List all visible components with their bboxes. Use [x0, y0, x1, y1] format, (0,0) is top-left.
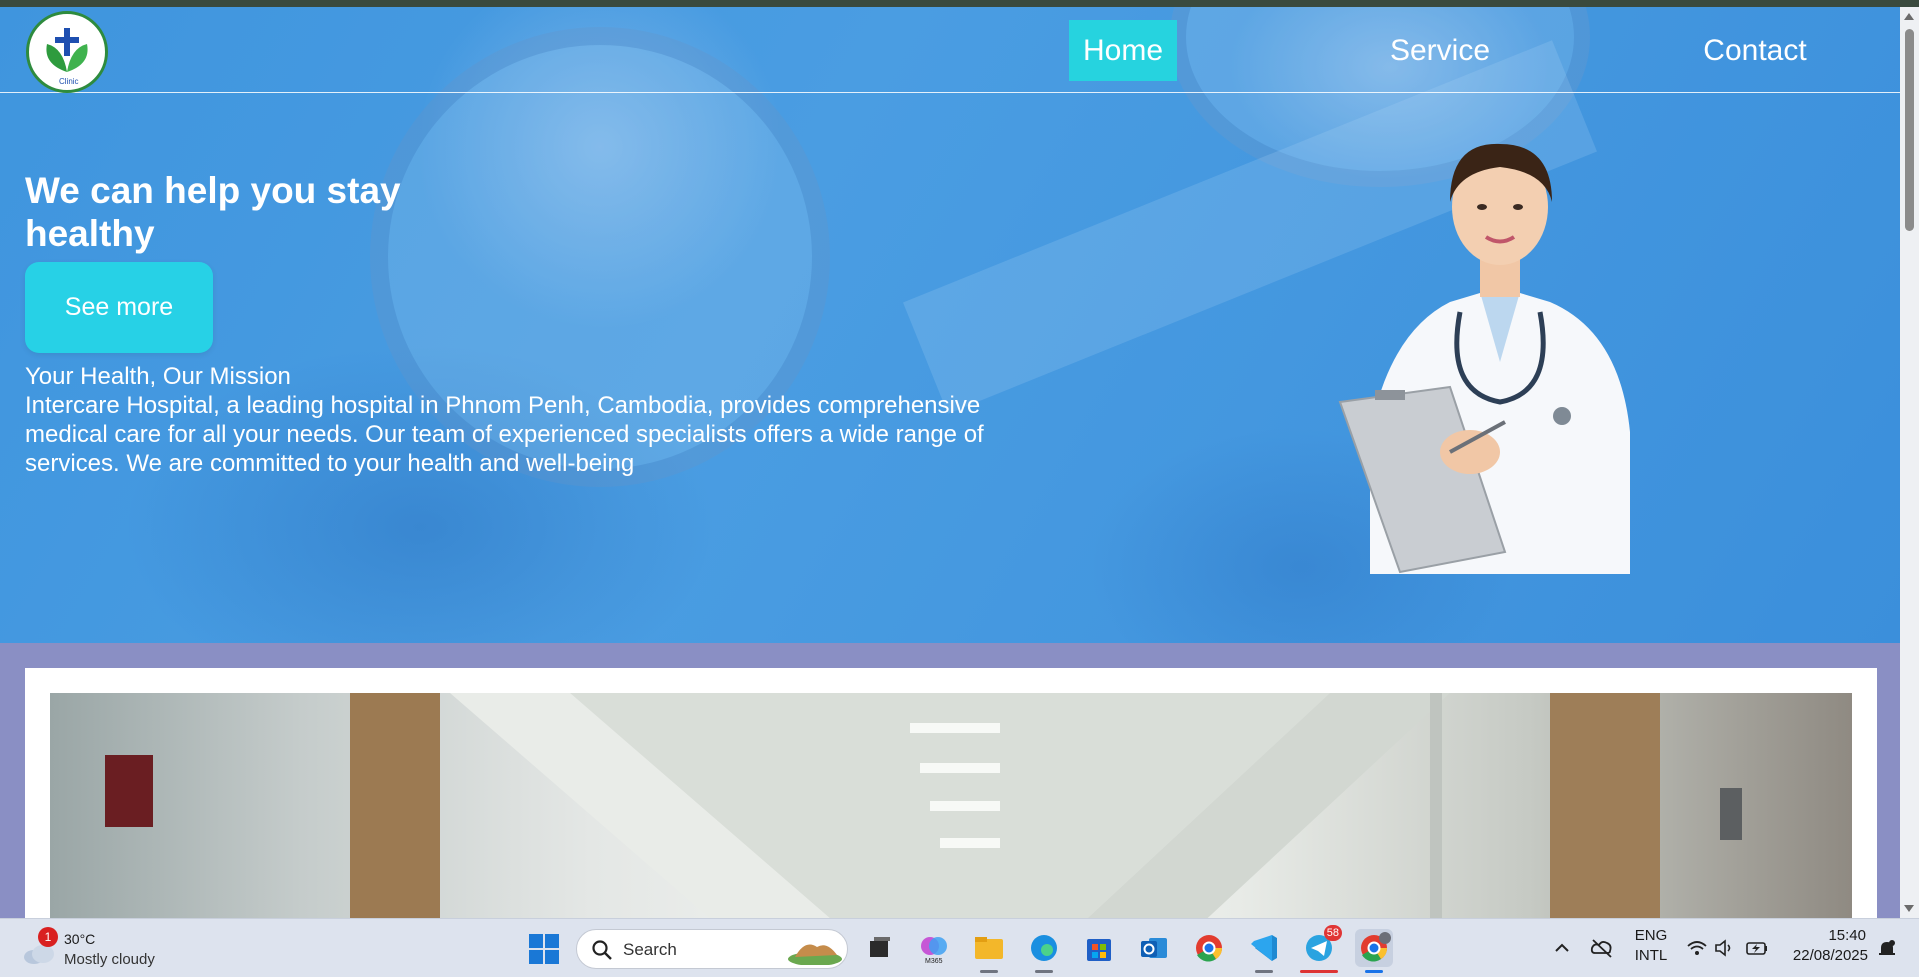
scroll-up-arrow-icon[interactable]	[1904, 13, 1914, 20]
weather-widget[interactable]: 1 30°C Mostly cloudy	[20, 927, 190, 971]
volume-icon[interactable]	[1714, 939, 1734, 957]
clock-date[interactable]: 22/08/2025	[1778, 947, 1868, 964]
nav-home[interactable]: Home	[1069, 20, 1177, 81]
clock-time[interactable]: 15:40	[1788, 927, 1866, 944]
onedrive-offline-icon[interactable]	[1590, 937, 1614, 959]
hero-headline: We can help you stay healthy	[25, 170, 401, 254]
running-indicator	[1365, 970, 1383, 973]
notifications-bell-icon[interactable]	[1877, 939, 1897, 959]
vscode-icon[interactable]	[1245, 929, 1283, 973]
search-placeholder: Search	[623, 940, 677, 959]
top-navbar: Clinic Home Service Contact	[0, 7, 1900, 93]
task-view-icon[interactable]	[860, 929, 898, 967]
weather-temperature: 30°C	[64, 931, 96, 947]
keyboard-layout[interactable]: INTL	[1633, 947, 1669, 964]
file-explorer-icon[interactable]	[970, 929, 1008, 973]
input-language[interactable]: ENG	[1633, 927, 1669, 944]
running-indicator	[1255, 970, 1273, 973]
edge-browser-icon[interactable]	[1025, 929, 1063, 973]
corridor-scene	[105, 693, 1742, 918]
windows-taskbar: 1 30°C Mostly cloudy Search M365 58 ENG …	[0, 918, 1919, 977]
windows-start-icon[interactable]	[528, 933, 560, 965]
mission-description: Intercare Hospital, a leading hospital i…	[25, 392, 984, 477]
m365-copilot-icon[interactable]: M365	[915, 929, 953, 967]
see-more-button[interactable]: See more	[25, 262, 213, 353]
weather-alert-badge: 1	[38, 927, 58, 947]
chrome-profile-icon[interactable]	[1355, 929, 1393, 973]
taskbar-search-box[interactable]: Search	[576, 929, 848, 969]
running-indicator	[1035, 970, 1053, 973]
running-indicator	[1300, 970, 1338, 973]
outlook-icon[interactable]	[1135, 929, 1173, 967]
chevron-up-icon[interactable]	[1553, 939, 1571, 957]
mission-title: Your Health, Our Mission	[25, 363, 291, 390]
window-top-border	[0, 0, 1919, 7]
doctor-illustration	[1338, 143, 1630, 574]
running-indicator	[980, 970, 998, 973]
svg-text:M365: M365	[925, 958, 943, 965]
page-viewport: Clinic Home Service Contact We can help …	[0, 7, 1900, 918]
hospital-corridor-image	[50, 693, 1852, 918]
clinic-logo-icon: Clinic	[46, 28, 88, 86]
telegram-icon[interactable]: 58	[1300, 925, 1342, 973]
wifi-icon[interactable]	[1686, 939, 1708, 957]
search-highlight-icon	[788, 944, 842, 965]
vertical-scrollbar[interactable]	[1900, 7, 1919, 918]
nav-service[interactable]: Service	[1370, 20, 1510, 81]
chrome-icon[interactable]	[1190, 929, 1228, 967]
nav-contact[interactable]: Contact	[1690, 20, 1820, 81]
scroll-down-arrow-icon[interactable]	[1904, 905, 1914, 912]
scrollbar-thumb[interactable]	[1905, 29, 1914, 231]
telegram-unread-badge: 58	[1323, 925, 1342, 941]
svg-text:Clinic: Clinic	[59, 77, 79, 86]
weather-condition: Mostly cloudy	[64, 951, 155, 968]
hero-section: Clinic Home Service Contact We can help …	[0, 7, 1900, 643]
battery-charging-icon[interactable]	[1746, 939, 1768, 957]
clinic-logo[interactable]: Clinic	[26, 11, 108, 93]
search-icon	[592, 940, 612, 960]
microsoft-store-icon[interactable]	[1080, 929, 1118, 967]
